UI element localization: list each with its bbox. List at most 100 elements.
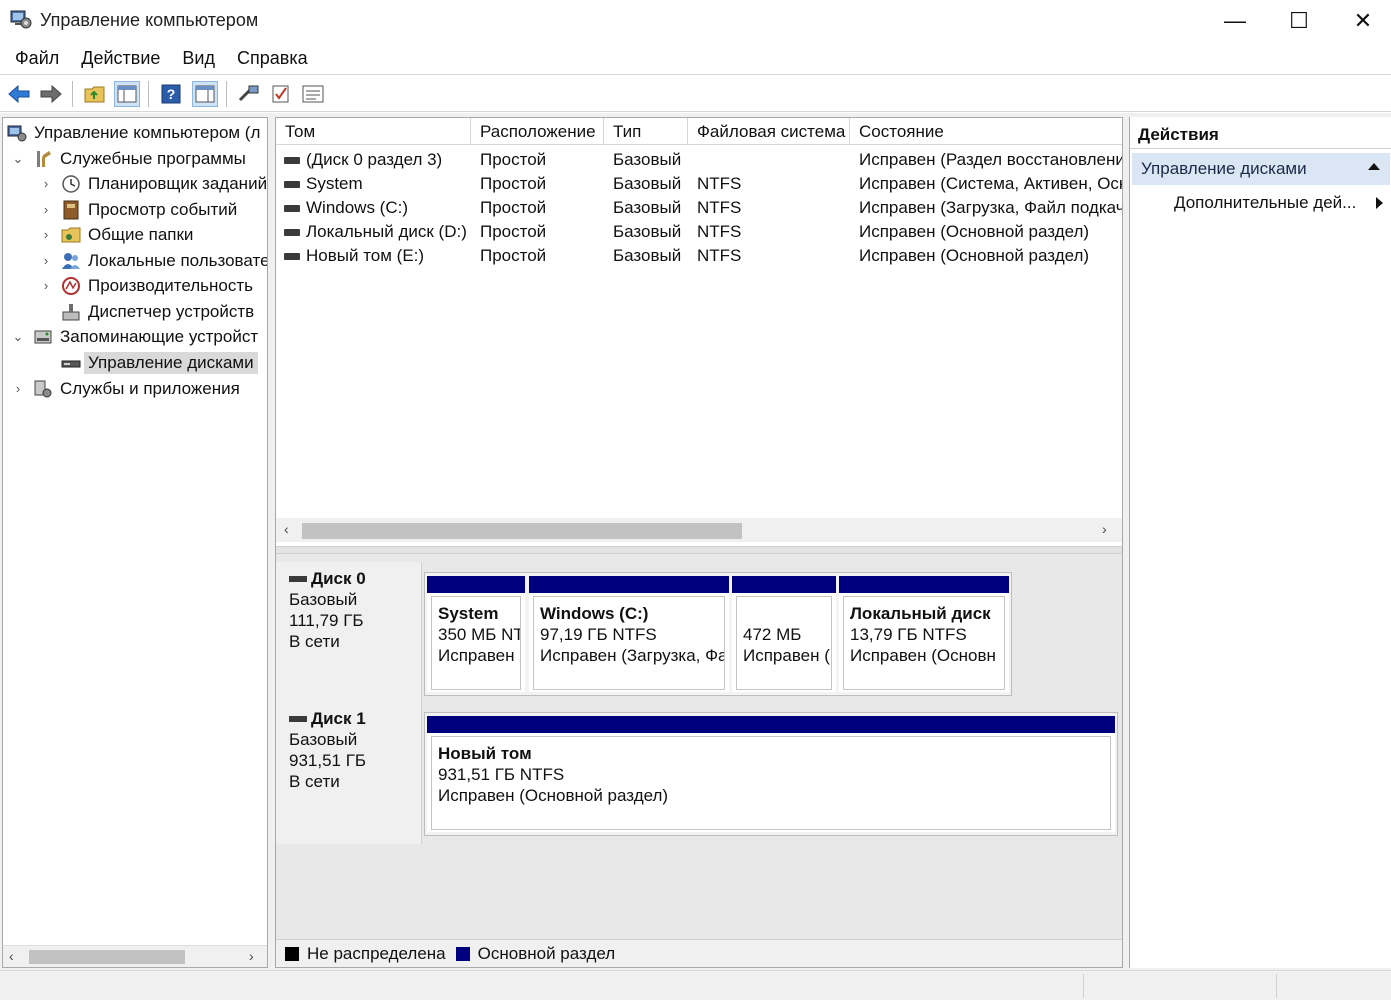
volume-icon	[284, 180, 300, 188]
tree-item-performance[interactable]: › Производительность	[39, 273, 253, 298]
actions-section-disk-management[interactable]: Управление дисками	[1132, 153, 1390, 185]
computer-management-icon	[10, 8, 32, 30]
disk-state: В сети	[289, 632, 340, 651]
console-tree: Управление компьютером (л ⌄ Служебные пр…	[2, 117, 268, 968]
list-icon[interactable]	[300, 81, 326, 107]
up-folder-icon[interactable]	[82, 81, 108, 107]
tree-item-shared-folders[interactable]: › Общие папки	[39, 222, 194, 247]
column-layout[interactable]: Расположение	[471, 118, 604, 145]
partition-block[interactable]: 472 МБ Исправен (	[732, 576, 836, 692]
partition-block[interactable]: System 350 МБ NT Исправен	[427, 576, 525, 692]
scroll-thumb[interactable]	[302, 523, 742, 539]
minimize-button[interactable]: —	[1203, 0, 1267, 42]
volume-type: Базовый	[613, 222, 682, 241]
menu-help[interactable]: Справка	[226, 48, 319, 69]
partition-color-bar	[529, 576, 729, 593]
pane-splitter[interactable]	[276, 546, 1122, 554]
svg-text:?: ?	[167, 86, 176, 102]
partition-status: Исправен (Основн	[850, 646, 996, 665]
volume-layout: Простой	[480, 246, 547, 265]
volume-list-horizontal-scrollbar[interactable]: ‹ ›	[276, 518, 1122, 542]
tree-item-event-viewer[interactable]: › Просмотр событий	[39, 197, 237, 222]
chevron-down-icon[interactable]: ⌄	[11, 329, 25, 345]
disk-name: Диск 0	[311, 569, 366, 588]
table-row[interactable]: Windows (C:) Простой Базовый NTFS Исправ…	[276, 196, 1122, 220]
partition-name: Новый том	[438, 744, 532, 763]
chevron-right-icon[interactable]: ›	[11, 381, 25, 396]
shared-folder-icon	[61, 225, 81, 245]
menu-file[interactable]: Файл	[4, 48, 70, 69]
collapse-up-icon[interactable]	[1368, 163, 1380, 170]
check-icon[interactable]	[268, 81, 294, 107]
back-arrow-icon[interactable]	[6, 81, 32, 107]
chevron-right-icon[interactable]: ›	[39, 227, 53, 242]
partition-block[interactable]: Локальный диск 13,79 ГБ NTFS Исправен (О…	[839, 576, 1009, 692]
column-file-system[interactable]: Файловая система	[688, 118, 850, 145]
disk-type: Базовый	[289, 730, 358, 749]
column-status[interactable]: Состояние	[850, 118, 1122, 145]
storage-icon	[33, 327, 53, 347]
table-row[interactable]: System Простой Базовый NTFS Исправен (Си…	[276, 172, 1122, 196]
disk-label[interactable]: Диск 1 Базовый 931,51 ГБ В сети	[276, 702, 422, 844]
legend-primary: Основной раздел	[477, 943, 616, 963]
column-type[interactable]: Тип	[604, 118, 688, 145]
performance-icon	[61, 276, 81, 296]
column-volume[interactable]: Том	[276, 118, 471, 145]
scroll-right-icon[interactable]: ›	[249, 948, 254, 964]
partition-name: Локальный диск	[850, 604, 991, 623]
actions-pane: Действия Управление дисками Дополнительн…	[1129, 117, 1391, 968]
volume-list: Том Расположение Тип Файловая система Со…	[276, 118, 1122, 546]
tree-label: Служебные программы	[60, 148, 246, 168]
partition-block[interactable]: Новый том 931,51 ГБ NTFS Исправен (Основ…	[427, 716, 1115, 832]
chevron-down-icon[interactable]: ⌄	[11, 151, 25, 167]
partition-color-bar	[427, 576, 525, 593]
volume-status: Исправен (Раздел восстановлени	[859, 150, 1122, 169]
disk-label[interactable]: Диск 0 Базовый 111,79 ГБ В сети	[276, 562, 422, 704]
tree-item-task-scheduler[interactable]: › Планировщик заданий	[39, 171, 267, 196]
partition-status: Исправен (Основной раздел)	[438, 786, 669, 805]
connect-icon[interactable]	[236, 81, 262, 107]
tree-item-local-users[interactable]: › Локальные пользовате	[39, 248, 267, 273]
volume-type: Базовый	[613, 150, 682, 169]
scroll-right-icon[interactable]: ›	[1102, 521, 1107, 537]
scroll-thumb[interactable]	[29, 950, 185, 964]
table-row[interactable]: (Диск 0 раздел 3) Простой Базовый Исправ…	[276, 148, 1122, 172]
actions-section-label: Управление дисками	[1141, 159, 1307, 178]
properties-icon[interactable]	[192, 81, 218, 107]
scroll-left-icon[interactable]: ‹	[284, 521, 289, 537]
services-icon	[33, 379, 53, 399]
menu-action[interactable]: Действие	[70, 48, 171, 69]
tree-horizontal-scrollbar[interactable]: ‹ ›	[3, 945, 267, 967]
tree-label: Планировщик заданий	[88, 173, 268, 193]
menu-view[interactable]: Вид	[171, 48, 226, 69]
disk-size: 111,79 ГБ	[289, 611, 364, 630]
tree-item-system-tools[interactable]: ⌄ Служебные программы	[11, 146, 246, 171]
help-icon[interactable]: ?	[158, 81, 184, 107]
table-row[interactable]: Локальный диск (D:) Простой Базовый NTFS…	[276, 220, 1122, 244]
disk-legend: Не распределена Основной раздел	[276, 939, 1122, 967]
more-actions-item[interactable]: Дополнительные дей...	[1174, 193, 1356, 213]
partition-block[interactable]: Windows (C:) 97,19 ГБ NTFS Исправен (Заг…	[529, 576, 729, 692]
toolbar-separator	[226, 81, 227, 107]
chevron-right-icon[interactable]: ›	[39, 176, 53, 191]
tree-item-device-manager[interactable]: Диспетчер устройств	[61, 299, 254, 324]
unallocated-swatch	[285, 946, 299, 961]
forward-arrow-icon[interactable]	[38, 81, 64, 107]
table-row[interactable]: Новый том (E:) Простой Базовый NTFS Испр…	[276, 244, 1122, 268]
tree-item-disk-management[interactable]: Управление дисками	[61, 350, 258, 375]
close-button[interactable]: ✕	[1331, 0, 1391, 42]
chevron-right-icon[interactable]: ›	[39, 253, 53, 268]
tree-item-services-apps[interactable]: › Службы и приложения	[11, 376, 240, 401]
chevron-right-icon[interactable]: ›	[39, 278, 53, 293]
show-hide-tree-icon[interactable]	[114, 81, 140, 107]
tree-item-storage[interactable]: ⌄ Запоминающие устройст	[11, 324, 259, 349]
tree-item-root[interactable]: Управление компьютером (л	[7, 120, 260, 145]
maximize-button[interactable]: ☐	[1267, 0, 1331, 42]
submenu-arrow-icon[interactable]	[1376, 197, 1383, 209]
scroll-left-icon[interactable]: ‹	[9, 948, 14, 964]
volume-type: Базовый	[613, 246, 682, 265]
partition-size: 350 МБ NT	[438, 625, 521, 644]
disk-name: Диск 1	[311, 709, 366, 728]
chevron-right-icon[interactable]: ›	[39, 202, 53, 217]
volume-status: Исправен (Система, Активен, Осн	[859, 174, 1122, 193]
